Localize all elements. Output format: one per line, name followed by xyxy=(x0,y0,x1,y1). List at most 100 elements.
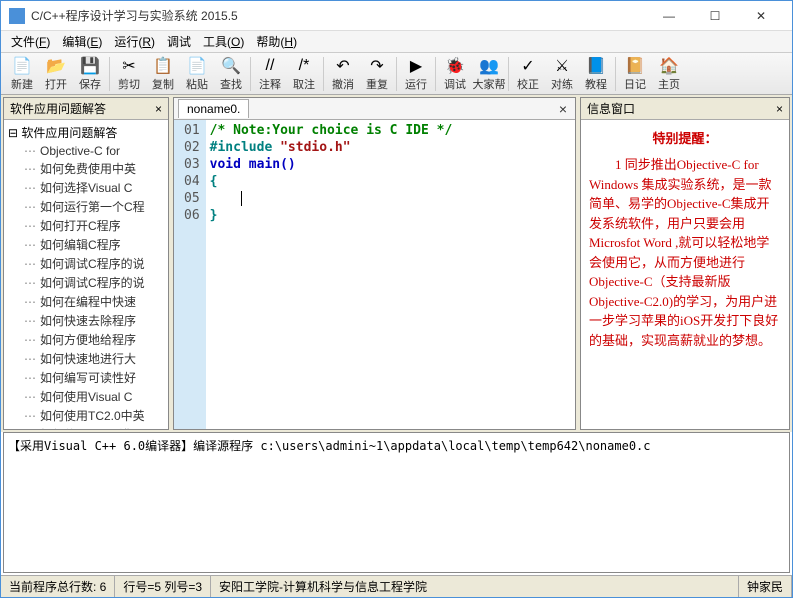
调试-icon: 🐞 xyxy=(445,56,465,76)
toolbar-取注[interactable]: /*取注 xyxy=(287,54,321,94)
toolbar-separator xyxy=(109,57,110,91)
tree-item[interactable]: 如何运行第一个C程 xyxy=(4,197,168,216)
toolbar-粘贴[interactable]: 📄粘贴 xyxy=(180,54,214,94)
editor-panel: noname0. × 010203040506 /* Note:Your cho… xyxy=(173,97,576,430)
主页-icon: 🏠 xyxy=(659,56,679,76)
menu-运行[interactable]: 运行(R) xyxy=(108,31,161,52)
info-pin-icon[interactable]: × xyxy=(776,102,783,116)
toolbar: 📄新建📂打开💾保存✂剪切📋复制📄粘贴🔍查找//注释/*取注↶撤消↷重复▶运行🐞调… xyxy=(1,53,792,95)
toolbar-大家帮[interactable]: 👥大家帮 xyxy=(472,54,506,94)
toolbar-separator xyxy=(250,57,251,91)
toolbar-撤消[interactable]: ↶撤消 xyxy=(326,54,360,94)
menu-帮助[interactable]: 帮助(H) xyxy=(250,31,303,52)
日记-icon: 📔 xyxy=(625,56,645,76)
toolbar-打开[interactable]: 📂打开 xyxy=(39,54,73,94)
tree-view: ⊟ 软件应用问题解答 Objective-C for如何免费使用中英如何选择Vi… xyxy=(4,120,168,429)
tree-item[interactable]: 如何调试C程序的说 xyxy=(4,273,168,292)
大家帮-icon: 👥 xyxy=(479,56,499,76)
tab-close-icon[interactable]: × xyxy=(555,101,571,117)
新建-icon: 📄 xyxy=(12,56,32,76)
tree-root[interactable]: ⊟ 软件应用问题解答 xyxy=(4,122,168,143)
toolbar-新建[interactable]: 📄新建 xyxy=(5,54,39,94)
menu-调试[interactable]: 调试 xyxy=(161,31,197,52)
menu-工具[interactable]: 工具(O) xyxy=(197,31,250,52)
menu-编辑[interactable]: 编辑(E) xyxy=(56,31,108,52)
打开-icon: 📂 xyxy=(46,56,66,76)
tree-item[interactable]: 如何编辑C程序 xyxy=(4,235,168,254)
tree-item[interactable]: 如何在编程中快速 xyxy=(4,292,168,311)
info-panel: 信息窗口 × 特别提醒： 1 同步推出Objective-C for Windo… xyxy=(580,97,790,430)
运行-icon: ▶ xyxy=(406,56,426,76)
tree-item[interactable]: 如何方便地给程序 xyxy=(4,330,168,349)
复制-icon: 📋 xyxy=(153,56,173,76)
toolbar-separator xyxy=(435,57,436,91)
toolbar-对练[interactable]: ⚔对练 xyxy=(545,54,579,94)
minimize-button[interactable]: ― xyxy=(646,1,692,31)
code-editor[interactable]: 010203040506 /* Note:Your choice is C ID… xyxy=(174,120,575,429)
title-bar: C/C++程序设计学习与实验系统 2015.5 ― ☐ ✕ xyxy=(1,1,792,31)
tree-item[interactable]: 如何选择Visual C xyxy=(4,178,168,197)
tree-item[interactable]: Objective-C for xyxy=(4,143,168,159)
tree-item[interactable]: 如何快速去除程序 xyxy=(4,311,168,330)
toolbar-separator xyxy=(396,57,397,91)
pin-icon[interactable]: × xyxy=(155,102,162,116)
maximize-button[interactable]: ☐ xyxy=(692,1,738,31)
注释-icon: // xyxy=(260,56,280,76)
editor-tab[interactable]: noname0. xyxy=(178,99,249,118)
toolbar-separator xyxy=(508,57,509,91)
toolbar-剪切[interactable]: ✂剪切 xyxy=(112,54,146,94)
output-panel: 【采用Visual C++ 6.0编译器】编译源程序 c:\users\admi… xyxy=(3,432,790,573)
line-gutter: 010203040506 xyxy=(174,120,206,429)
tree-item[interactable]: 如何编写可读性好 xyxy=(4,368,168,387)
toolbar-教程[interactable]: 📘教程 xyxy=(579,54,613,94)
保存-icon: 💾 xyxy=(80,56,100,76)
left-panel: 软件应用问题解答 × ⊟ 软件应用问题解答 Objective-C for如何免… xyxy=(3,97,169,430)
status-pos: 行号=5 列号=3 xyxy=(115,576,211,597)
status-lines: 当前程序总行数: 6 xyxy=(1,576,115,597)
tree-item[interactable]: 如何快速地进行大 xyxy=(4,349,168,368)
tree-item[interactable]: 如何使用Visual C xyxy=(4,387,168,406)
剪切-icon: ✂ xyxy=(119,56,139,76)
app-icon xyxy=(9,8,25,24)
toolbar-日记[interactable]: 📔日记 xyxy=(618,54,652,94)
toolbar-查找[interactable]: 🔍查找 xyxy=(214,54,248,94)
toolbar-separator xyxy=(323,57,324,91)
粘贴-icon: 📄 xyxy=(187,56,207,76)
info-content: 特别提醒： 1 同步推出Objective-C for Windows 集成实验… xyxy=(581,120,789,429)
toolbar-调试[interactable]: 🐞调试 xyxy=(438,54,472,94)
toolbar-注释[interactable]: //注释 xyxy=(253,54,287,94)
校正-icon: ✓ xyxy=(518,56,538,76)
toolbar-运行[interactable]: ▶运行 xyxy=(399,54,433,94)
left-panel-title: 软件应用问题解答 xyxy=(10,100,106,117)
code-area[interactable]: /* Note:Your choice is C IDE */#include … xyxy=(206,120,575,429)
tree-item[interactable]: 如何调试C程序的说 xyxy=(4,254,168,273)
取注-icon: /* xyxy=(294,56,314,76)
撤消-icon: ↶ xyxy=(333,56,353,76)
status-bar: 当前程序总行数: 6 行号=5 列号=3 安阳工学院-计算机科学与信息工程学院 … xyxy=(1,575,792,597)
查找-icon: 🔍 xyxy=(221,56,241,76)
close-button[interactable]: ✕ xyxy=(738,1,784,31)
toolbar-校正[interactable]: ✓校正 xyxy=(511,54,545,94)
对练-icon: ⚔ xyxy=(552,56,572,76)
tree-item[interactable]: 如何免费使用中英 xyxy=(4,159,168,178)
info-panel-header: 信息窗口 × xyxy=(581,98,789,120)
tree-item[interactable]: 如何打开C程序 xyxy=(4,216,168,235)
left-panel-header: 软件应用问题解答 × xyxy=(4,98,168,120)
toolbar-保存[interactable]: 💾保存 xyxy=(73,54,107,94)
重复-icon: ↷ xyxy=(367,56,387,76)
toolbar-separator xyxy=(615,57,616,91)
info-panel-title: 信息窗口 xyxy=(587,100,635,117)
info-heading: 特别提醒： xyxy=(589,128,781,147)
tree-item[interactable]: 如何使用VC++错误 xyxy=(4,425,168,429)
menu-文件[interactable]: 文件(F) xyxy=(5,31,56,52)
status-school: 安阳工学院-计算机科学与信息工程学院 xyxy=(211,576,739,597)
editor-tabbar: noname0. × xyxy=(174,98,575,120)
info-body: 1 同步推出Objective-C for Windows 集成实验系统，是一款… xyxy=(589,155,781,350)
tree-item[interactable]: 如何使用TC2.0中英 xyxy=(4,406,168,425)
workspace: 软件应用问题解答 × ⊟ 软件应用问题解答 Objective-C for如何免… xyxy=(1,95,792,432)
toolbar-复制[interactable]: 📋复制 xyxy=(146,54,180,94)
toolbar-主页[interactable]: 🏠主页 xyxy=(652,54,686,94)
toolbar-重复[interactable]: ↷重复 xyxy=(360,54,394,94)
window-title: C/C++程序设计学习与实验系统 2015.5 xyxy=(31,7,646,24)
status-author: 钟家民 xyxy=(739,576,792,597)
